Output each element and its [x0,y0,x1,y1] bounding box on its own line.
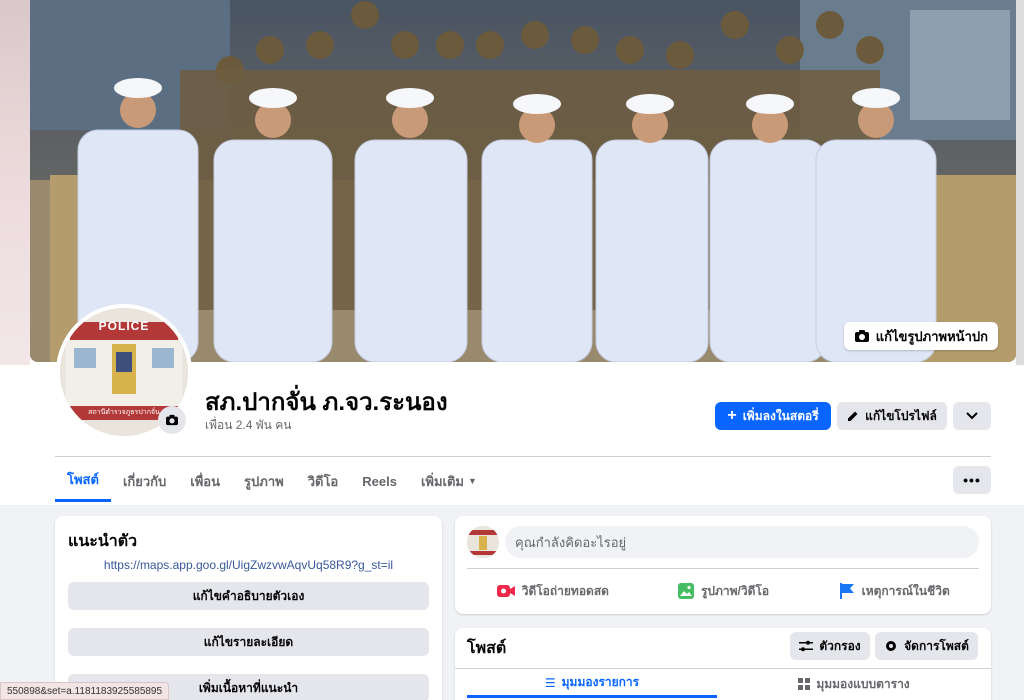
photo-video-label: รูปภาพ/วิดีโอ [700,583,770,598]
photo-video-button[interactable]: รูปภาพ/วิดีโอ [638,574,809,608]
camera-icon [854,330,869,342]
tab-posts[interactable]: โพสต์ [55,460,111,502]
live-video-button[interactable]: วิดีโอถ่ายทอดสด [467,574,638,608]
window-edge-left [0,0,30,365]
intro-card: แนะนำตัว https://maps.app.goo.gl/UigZwzv… [55,516,442,700]
plus-icon: + [727,407,737,424]
posts-divider [455,668,991,669]
tab-about[interactable]: เกี่ยวกับ [111,460,178,502]
composer-divider [467,568,979,569]
manage-posts-label: จัดการโพสต์ [904,638,969,653]
ellipsis-icon: ••• [963,472,981,488]
live-video-label: วิดีโอถ่ายทอดสด [521,583,609,598]
cover-photo-image [30,0,1016,362]
grid-view-tab[interactable]: มุมมองแบบตาราง [729,670,979,698]
gear-icon [886,641,897,651]
edit-cover-photo-button[interactable]: แก้ไขรูปภาพหน้าปก [843,322,998,350]
chevron-down-icon [966,412,978,420]
add-to-story-button[interactable]: + เพิ่มลงในสตอรี่ [715,402,831,430]
caret-down-icon: ▼ [468,476,477,486]
tab-videos[interactable]: วิดีโอ [296,460,351,502]
tab-label: Reels [362,473,397,489]
edit-cover-photo-label: แก้ไขรูปภาพหน้าปก [875,328,988,344]
life-event-button[interactable]: เหตุการณ์ในชีวิต [808,574,979,608]
post-composer: คุณกำลังคิดอะไรอยู่ วิดีโอถ่ายทอดสด รูปภ… [455,516,991,614]
edit-profile-label: แก้ไขโปรไฟล์ [865,408,937,423]
police-sign-text: POLICE [98,319,150,333]
tab-label: เพื่อน [190,473,221,489]
filter-button[interactable]: ตัวกรอง [790,632,870,660]
list-view-tab[interactable]: ☰ มุมมองรายการ [467,670,717,698]
grid-icon [798,678,811,690]
life-event-label: เหตุการณ์ในชีวิต [861,583,950,598]
tab-label: เกี่ยวกับ [122,473,167,489]
header-divider [55,456,991,457]
list-icon: ☰ [544,675,556,690]
camera-icon [166,414,178,426]
posts-title: โพสต์ [467,640,507,657]
profile-more-button[interactable] [953,402,991,430]
intro-title: แนะนำตัว [68,533,138,550]
friends-count[interactable]: เพื่อน 2.4 พัน คน [205,416,291,435]
filter-icon [799,640,814,652]
photo-icon [677,583,694,599]
whats-on-your-mind-input[interactable]: คุณกำลังคิดอะไรอยู่ [505,526,979,558]
composer-avatar[interactable] [467,526,499,558]
tab-label: รูปภาพ [244,473,284,489]
filter-label: ตัวกรอง [819,638,861,653]
pencil-icon [848,411,858,421]
grid-view-label: มุมมองแบบตาราง [816,676,910,691]
edit-details-button[interactable]: แก้ไขรายละเอียด [68,628,429,656]
tab-friends[interactable]: เพื่อน [178,460,232,502]
tab-more[interactable]: เพิ่มเติม ▼ [409,460,489,502]
edit-bio-button[interactable]: แก้ไขคำอธิบายตัวเอง [68,582,429,610]
tab-label: วิดีโอ [307,473,339,489]
posts-section: โพสต์ ตัวกรอง จัดการโพสต์ ☰ มุมมองรายการ… [455,628,991,700]
live-video-icon [496,585,515,597]
tabs-more-options-button[interactable]: ••• [953,466,991,494]
flag-icon [839,583,854,599]
status-bar-url: 550898&set=a.1181183925585895 [0,682,170,700]
cover-photo[interactable] [30,0,1016,362]
tab-label: เพิ่มเติม [420,473,464,489]
list-view-label: มุมมองรายการ [561,675,640,689]
tab-photos[interactable]: รูปภาพ [232,460,296,502]
tab-label: โพสต์ [67,472,99,487]
update-profile-picture-button[interactable] [158,406,186,434]
intro-map-link[interactable]: https://maps.app.goo.gl/UigZwzvwAqvUq58R… [55,558,442,572]
add-to-story-label: เพิ่มลงในสตอรี่ [742,408,819,423]
edit-profile-button[interactable]: แก้ไขโปรไฟล์ [837,402,947,430]
window-edge-right [1016,0,1024,365]
profile-tabs: โพสต์ เกี่ยวกับ เพื่อน รูปภาพ วิดีโอ Ree… [55,460,489,504]
manage-posts-button[interactable]: จัดการโพสต์ [875,632,978,660]
tab-reels[interactable]: Reels [350,460,409,502]
